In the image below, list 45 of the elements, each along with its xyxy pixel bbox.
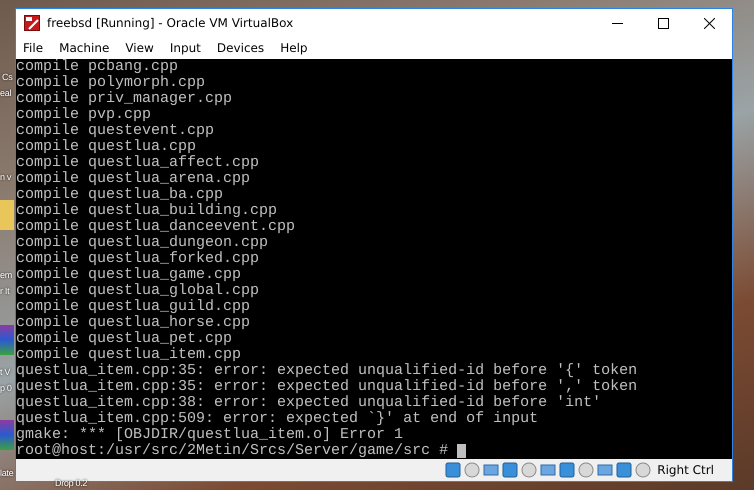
terminal-line: questlua_item.cpp:35: error: expected unqualified-id before ',' token: [16, 379, 638, 395]
terminal-line: compile questlua_horse.cpp: [16, 315, 250, 331]
terminal-line: compile questlua_guild.cpp: [16, 299, 250, 315]
terminal-line: compile pvp.cpp: [16, 107, 152, 123]
maximize-icon: [658, 18, 668, 28]
terminal-line: questlua_item.cpp:35: error: expected unqualified-id before '{' token: [16, 363, 638, 379]
terminal-line: compile questlua_item.cpp: [16, 347, 242, 363]
desktop-icon-label[interactable]: em: [0, 270, 12, 281]
terminal-line: compile questlua_ba.cpp: [16, 187, 224, 203]
terminal-line: questlua_item.cpp:509: error: expected `}' at end of input: [16, 411, 538, 427]
menu-item[interactable]: File: [23, 41, 52, 55]
app-icon: [24, 15, 40, 31]
terminal-line: compile questlua_dungeon.cpp: [16, 235, 268, 251]
terminal-line: compile priv_manager.cpp: [16, 91, 232, 107]
host-key-label: Right Ctrl: [657, 463, 714, 477]
terminal-line: compile questlua_forked.cpp: [16, 251, 260, 267]
desktop-icon-label[interactable]: p 0: [0, 383, 12, 394]
desktop-icon-label[interactable]: r It: [0, 286, 10, 297]
terminal-line: compile questlua_arena.cpp: [16, 171, 250, 187]
terminal-line: questlua_item.cpp:38: error: expected unqualified-id before 'int': [16, 395, 602, 411]
desktop-icon-label[interactable]: n v: [0, 172, 12, 183]
window-title: freebsd [Running] - Oracle VM VirtualBox: [47, 16, 294, 30]
menu-item[interactable]: Machine: [59, 41, 118, 55]
desktop-icon-label[interactable]: late: [0, 468, 14, 479]
text-cursor: [457, 444, 466, 458]
terminal-line: compile questlua_pet.cpp: [16, 331, 232, 347]
terminal-line: compile questlua.cpp: [16, 139, 196, 155]
terminal-line: compile questlua_danceevent.cpp: [16, 219, 296, 235]
terminal-line: compile questlua_global.cpp: [16, 283, 260, 299]
menu-item[interactable]: Input: [170, 41, 209, 55]
terminal-line: compile questlua_game.cpp: [16, 267, 242, 283]
desktop-icon-label[interactable]: t V: [0, 367, 10, 378]
menu-item[interactable]: Devices: [216, 41, 272, 55]
terminal-line: compile questlua_affect.cpp: [16, 155, 260, 171]
terminal-line: compile questevent.cpp: [16, 123, 214, 139]
desktop-icon-label[interactable]: eal: [0, 88, 12, 99]
terminal-line: compile polymorph.cpp: [16, 75, 206, 91]
terminal-line: root@host:/usr/src/2Metin/Srcs/Server/game/src #: [16, 443, 448, 459]
terminal-line: compile questlua_building.cpp: [16, 203, 278, 219]
desktop-icon-label[interactable]: Cs: [2, 72, 12, 83]
terminal-line: gmake: *** [OBJDIR/questlua_item.o] Error 1: [16, 427, 404, 443]
menu-item[interactable]: View: [125, 41, 162, 55]
close-icon: [704, 18, 714, 28]
terminal-line: compile pcbang.cpp: [16, 59, 178, 75]
menu-item[interactable]: Help: [280, 41, 316, 55]
